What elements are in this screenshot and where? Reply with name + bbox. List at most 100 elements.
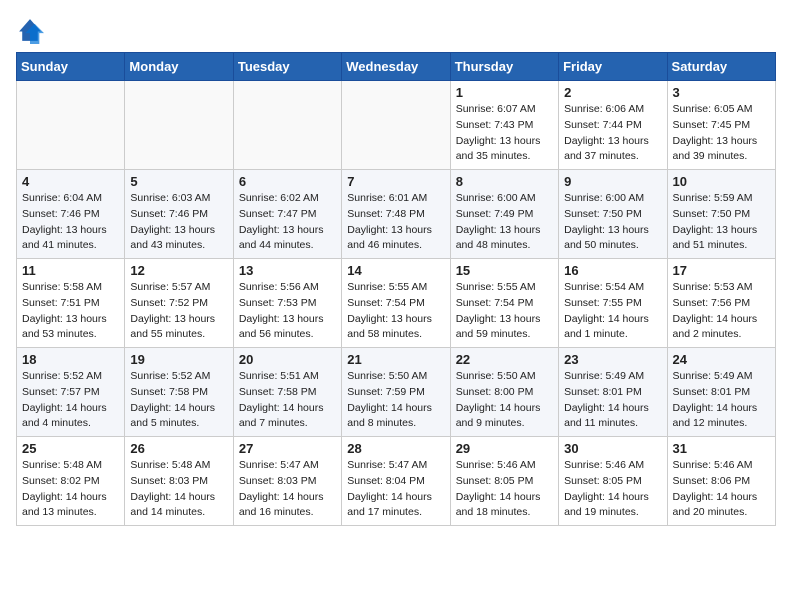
day-number: 12 (130, 263, 227, 278)
day-number: 14 (347, 263, 444, 278)
weekday-header-monday: Monday (125, 53, 233, 81)
day-number: 4 (22, 174, 119, 189)
calendar-cell: 12 Sunrise: 5:57 AM Sunset: 7:52 PM Dayli… (125, 259, 233, 348)
day-info: Sunrise: 5:57 AM Sunset: 7:52 PM Dayligh… (130, 280, 227, 343)
day-info: Sunrise: 6:04 AM Sunset: 7:46 PM Dayligh… (22, 191, 119, 254)
day-info: Sunrise: 5:47 AM Sunset: 8:03 PM Dayligh… (239, 458, 336, 521)
day-info: Sunrise: 5:52 AM Sunset: 7:58 PM Dayligh… (130, 369, 227, 432)
calendar-cell: 19 Sunrise: 5:52 AM Sunset: 7:58 PM Dayli… (125, 348, 233, 437)
day-number: 19 (130, 352, 227, 367)
week-row-4: 18 Sunrise: 5:52 AM Sunset: 7:57 PM Dayli… (17, 348, 776, 437)
day-number: 20 (239, 352, 336, 367)
calendar-cell: 2 Sunrise: 6:06 AM Sunset: 7:44 PM Daylig… (559, 81, 667, 170)
calendar-cell: 3 Sunrise: 6:05 AM Sunset: 7:45 PM Daylig… (667, 81, 775, 170)
calendar-cell: 18 Sunrise: 5:52 AM Sunset: 7:57 PM Dayli… (17, 348, 125, 437)
calendar-cell: 10 Sunrise: 5:59 AM Sunset: 7:50 PM Dayli… (667, 170, 775, 259)
calendar-cell: 14 Sunrise: 5:55 AM Sunset: 7:54 PM Dayli… (342, 259, 450, 348)
day-number: 23 (564, 352, 661, 367)
calendar-cell (125, 81, 233, 170)
weekday-header-row: SundayMondayTuesdayWednesdayThursdayFrid… (17, 53, 776, 81)
day-number: 9 (564, 174, 661, 189)
day-info: Sunrise: 5:54 AM Sunset: 7:55 PM Dayligh… (564, 280, 661, 343)
day-info: Sunrise: 5:51 AM Sunset: 7:58 PM Dayligh… (239, 369, 336, 432)
weekday-header-wednesday: Wednesday (342, 53, 450, 81)
day-number: 16 (564, 263, 661, 278)
week-row-1: 1 Sunrise: 6:07 AM Sunset: 7:43 PM Daylig… (17, 81, 776, 170)
calendar-cell: 15 Sunrise: 5:55 AM Sunset: 7:54 PM Dayli… (450, 259, 558, 348)
day-number: 18 (22, 352, 119, 367)
day-number: 26 (130, 441, 227, 456)
day-number: 5 (130, 174, 227, 189)
day-info: Sunrise: 5:48 AM Sunset: 8:02 PM Dayligh… (22, 458, 119, 521)
day-number: 1 (456, 85, 553, 100)
day-number: 7 (347, 174, 444, 189)
day-info: Sunrise: 5:56 AM Sunset: 7:53 PM Dayligh… (239, 280, 336, 343)
calendar-cell: 20 Sunrise: 5:51 AM Sunset: 7:58 PM Dayli… (233, 348, 341, 437)
calendar-cell: 5 Sunrise: 6:03 AM Sunset: 7:46 PM Daylig… (125, 170, 233, 259)
day-info: Sunrise: 5:52 AM Sunset: 7:57 PM Dayligh… (22, 369, 119, 432)
week-row-2: 4 Sunrise: 6:04 AM Sunset: 7:46 PM Daylig… (17, 170, 776, 259)
header (16, 16, 776, 44)
day-info: Sunrise: 5:55 AM Sunset: 7:54 PM Dayligh… (347, 280, 444, 343)
day-number: 31 (673, 441, 770, 456)
calendar-cell: 6 Sunrise: 6:02 AM Sunset: 7:47 PM Daylig… (233, 170, 341, 259)
day-info: Sunrise: 5:50 AM Sunset: 7:59 PM Dayligh… (347, 369, 444, 432)
weekday-header-thursday: Thursday (450, 53, 558, 81)
calendar-cell: 7 Sunrise: 6:01 AM Sunset: 7:48 PM Daylig… (342, 170, 450, 259)
day-info: Sunrise: 5:48 AM Sunset: 8:03 PM Dayligh… (130, 458, 227, 521)
calendar-cell: 29Sunrise: 5:46 AM Sunset: 8:05 PM Dayli… (450, 437, 558, 526)
day-number: 15 (456, 263, 553, 278)
calendar-cell: 16 Sunrise: 5:54 AM Sunset: 7:55 PM Dayli… (559, 259, 667, 348)
calendar-cell: 1 Sunrise: 6:07 AM Sunset: 7:43 PM Daylig… (450, 81, 558, 170)
day-number: 30 (564, 441, 661, 456)
day-info: Sunrise: 5:58 AM Sunset: 7:51 PM Dayligh… (22, 280, 119, 343)
day-info: Sunrise: 6:05 AM Sunset: 7:45 PM Dayligh… (673, 102, 770, 165)
day-info: Sunrise: 6:00 AM Sunset: 7:50 PM Dayligh… (564, 191, 661, 254)
calendar-cell: 11 Sunrise: 5:58 AM Sunset: 7:51 PM Dayli… (17, 259, 125, 348)
calendar-cell: 4 Sunrise: 6:04 AM Sunset: 7:46 PM Daylig… (17, 170, 125, 259)
calendar-cell: 8 Sunrise: 6:00 AM Sunset: 7:49 PM Daylig… (450, 170, 558, 259)
day-number: 6 (239, 174, 336, 189)
day-number: 8 (456, 174, 553, 189)
calendar-cell (233, 81, 341, 170)
weekday-header-sunday: Sunday (17, 53, 125, 81)
day-number: 3 (673, 85, 770, 100)
day-info: Sunrise: 6:03 AM Sunset: 7:46 PM Dayligh… (130, 191, 227, 254)
day-number: 21 (347, 352, 444, 367)
weekday-header-saturday: Saturday (667, 53, 775, 81)
day-info: Sunrise: 6:02 AM Sunset: 7:47 PM Dayligh… (239, 191, 336, 254)
day-number: 10 (673, 174, 770, 189)
calendar-cell: 23 Sunrise: 5:49 AM Sunset: 8:01 PM Dayli… (559, 348, 667, 437)
day-info: Sunrise: 5:59 AM Sunset: 7:50 PM Dayligh… (673, 191, 770, 254)
logo-icon (16, 16, 44, 44)
calendar-cell: 31Sunrise: 5:46 AM Sunset: 8:06 PM Dayli… (667, 437, 775, 526)
calendar-cell: 21 Sunrise: 5:50 AM Sunset: 7:59 PM Dayli… (342, 348, 450, 437)
day-info: Sunrise: 6:06 AM Sunset: 7:44 PM Dayligh… (564, 102, 661, 165)
calendar-cell: 30Sunrise: 5:46 AM Sunset: 8:05 PM Dayli… (559, 437, 667, 526)
day-number: 2 (564, 85, 661, 100)
calendar-cell: 24 Sunrise: 5:49 AM Sunset: 8:01 PM Dayli… (667, 348, 775, 437)
week-row-5: 25 Sunrise: 5:48 AM Sunset: 8:02 PM Dayli… (17, 437, 776, 526)
day-info: Sunrise: 5:47 AM Sunset: 8:04 PM Dayligh… (347, 458, 444, 521)
day-number: 25 (22, 441, 119, 456)
day-info: Sunrise: 5:49 AM Sunset: 8:01 PM Dayligh… (564, 369, 661, 432)
day-info: Sunrise: 6:07 AM Sunset: 7:43 PM Dayligh… (456, 102, 553, 165)
calendar-cell: 13Sunrise: 5:56 AM Sunset: 7:53 PM Dayli… (233, 259, 341, 348)
day-info: Sunrise: 6:01 AM Sunset: 7:48 PM Dayligh… (347, 191, 444, 254)
day-info: Sunrise: 5:50 AM Sunset: 8:00 PM Dayligh… (456, 369, 553, 432)
logo (16, 16, 48, 44)
day-info: Sunrise: 6:00 AM Sunset: 7:49 PM Dayligh… (456, 191, 553, 254)
day-info: Sunrise: 5:55 AM Sunset: 7:54 PM Dayligh… (456, 280, 553, 343)
calendar-cell: 9 Sunrise: 6:00 AM Sunset: 7:50 PM Daylig… (559, 170, 667, 259)
calendar-cell: 22 Sunrise: 5:50 AM Sunset: 8:00 PM Dayli… (450, 348, 558, 437)
day-info: Sunrise: 5:49 AM Sunset: 8:01 PM Dayligh… (673, 369, 770, 432)
day-number: 28 (347, 441, 444, 456)
weekday-header-tuesday: Tuesday (233, 53, 341, 81)
day-number: 22 (456, 352, 553, 367)
week-row-3: 11 Sunrise: 5:58 AM Sunset: 7:51 PM Dayli… (17, 259, 776, 348)
day-number: 11 (22, 263, 119, 278)
day-number: 17 (673, 263, 770, 278)
calendar-cell: 27Sunrise: 5:47 AM Sunset: 8:03 PM Dayli… (233, 437, 341, 526)
calendar-cell: 25 Sunrise: 5:48 AM Sunset: 8:02 PM Dayli… (17, 437, 125, 526)
day-number: 24 (673, 352, 770, 367)
